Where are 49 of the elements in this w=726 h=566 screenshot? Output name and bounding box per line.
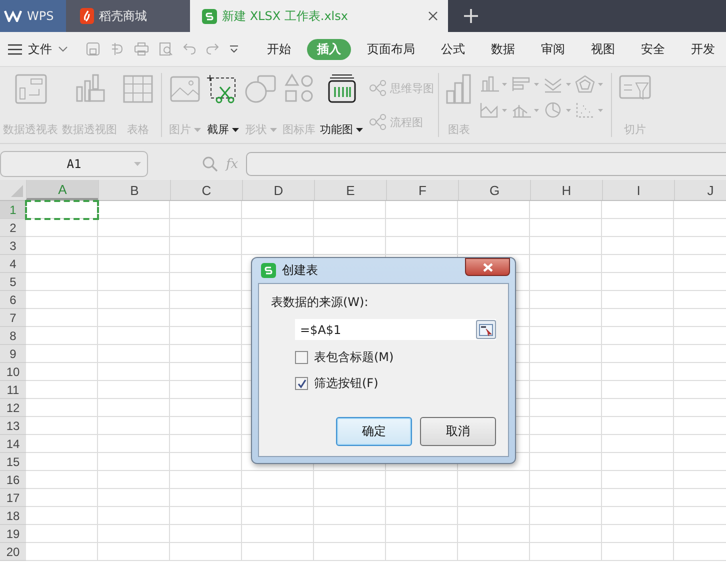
column-header[interactable]: B bbox=[98, 180, 170, 200]
document-tab[interactable]: 稻壳商城 bbox=[66, 0, 190, 32]
dialog-title: 创建表 bbox=[282, 262, 318, 279]
checkbox-label: 表包含标题(M) bbox=[314, 349, 394, 366]
column-header[interactable]: E bbox=[314, 180, 386, 200]
row-header[interactable]: 4 bbox=[0, 255, 26, 273]
file-menu[interactable]: 文件 bbox=[0, 40, 74, 58]
ribbon-tab[interactable]: 数据 bbox=[481, 38, 525, 60]
row-header[interactable]: 10 bbox=[0, 363, 26, 381]
ribbon-button[interactable]: 功能图 bbox=[318, 71, 365, 139]
row-header[interactable]: 17 bbox=[0, 489, 26, 507]
row-header[interactable]: 16 bbox=[0, 471, 26, 489]
dialog-button[interactable]: 取消 bbox=[420, 417, 496, 446]
row-header[interactable]: 19 bbox=[0, 525, 26, 543]
ribbon-tab[interactable]: 开发 bbox=[681, 38, 725, 60]
row-header[interactable]: 12 bbox=[0, 399, 26, 417]
ribbon-tab[interactable]: 开始 bbox=[257, 38, 301, 60]
row-header[interactable]: 7 bbox=[0, 309, 26, 327]
ribbon-tab[interactable]: 审阅 bbox=[531, 38, 575, 60]
row-header[interactable]: 11 bbox=[0, 381, 26, 399]
ribbon-tab[interactable]: 安全 bbox=[631, 38, 675, 60]
checkbox-label: 筛选按钮(F) bbox=[314, 375, 378, 392]
row-header[interactable]: 2 bbox=[0, 219, 26, 237]
row-header[interactable]: 14 bbox=[0, 435, 26, 453]
row-header[interactable]: 13 bbox=[0, 417, 26, 435]
document-tab[interactable]: WPS bbox=[0, 0, 66, 32]
column-header[interactable]: I bbox=[602, 180, 674, 200]
ribbon-tab[interactable]: 页面布局 bbox=[357, 38, 425, 60]
row-header[interactable]: 5 bbox=[0, 273, 26, 291]
row-header[interactable]: 20 bbox=[0, 543, 26, 561]
row-header[interactable]: 15 bbox=[0, 453, 26, 471]
range-field[interactable]: =$A$1 bbox=[295, 319, 496, 340]
name-box[interactable]: A1 bbox=[0, 151, 148, 177]
dialog-button[interactable]: 确定 bbox=[336, 417, 412, 446]
row-header[interactable]: 3 bbox=[0, 237, 26, 255]
ribbon-button[interactable]: 截屏 bbox=[204, 71, 242, 139]
row-header[interactable]: 8 bbox=[0, 327, 26, 345]
column-header[interactable]: C bbox=[170, 180, 242, 200]
ribbon-tab[interactable]: 视图 bbox=[581, 38, 625, 60]
field-label: 表数据的来源(W): bbox=[271, 294, 370, 311]
row-header[interactable]: 9 bbox=[0, 345, 26, 363]
row-header[interactable]: 6 bbox=[0, 291, 26, 309]
column-header[interactable]: F bbox=[386, 180, 458, 200]
row-header[interactable]: 18 bbox=[0, 507, 26, 525]
column-header[interactable]: J bbox=[674, 180, 726, 200]
column-header[interactable]: H bbox=[530, 180, 602, 200]
ribbon-tab[interactable]: 公式 bbox=[431, 38, 475, 60]
column-header[interactable]: G bbox=[458, 180, 530, 200]
column-header[interactable]: D bbox=[242, 180, 314, 200]
